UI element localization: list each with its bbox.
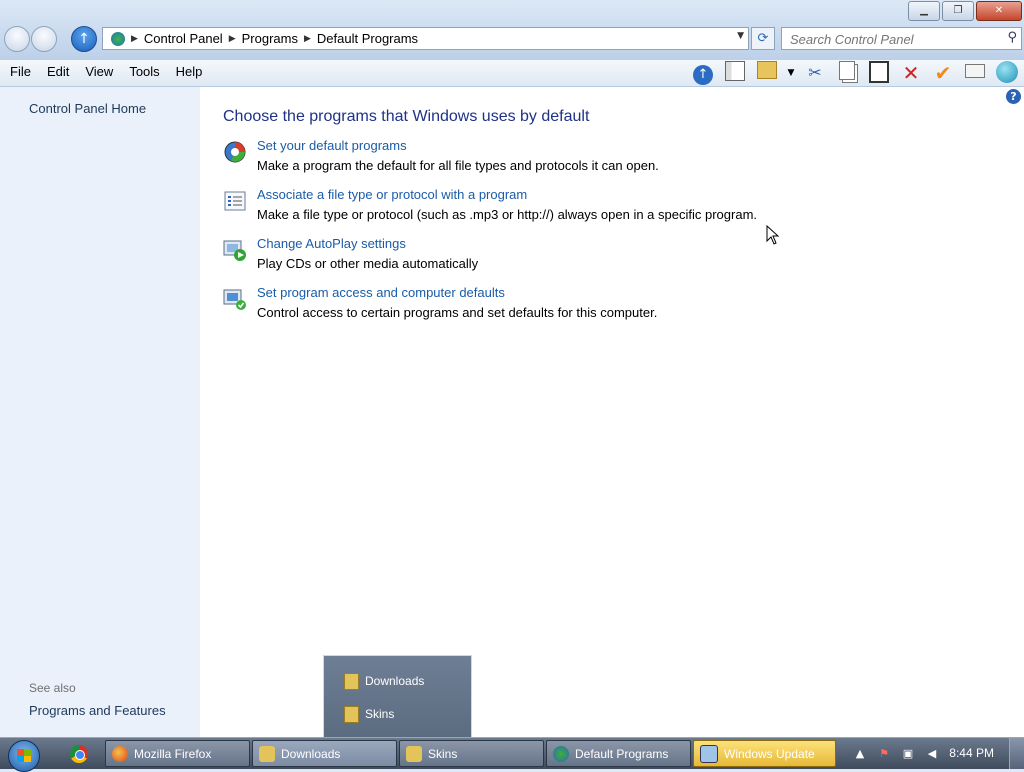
popup-item-skins[interactable]: Skins [344, 704, 394, 724]
pane-icon[interactable] [722, 61, 748, 85]
breadcrumb-arrow-icon[interactable]: ▶ [131, 33, 138, 44]
associate-file-type-link[interactable]: Associate a file type or protocol with a… [257, 187, 527, 202]
breadcrumb-programs[interactable]: Programs [242, 31, 298, 46]
firefox-icon [112, 745, 128, 762]
change-autoplay-link[interactable]: Change AutoPlay settings [257, 236, 406, 251]
forward-button[interactable] [31, 26, 57, 52]
close-button[interactable]: ✕ [976, 1, 1022, 21]
set-default-programs-link[interactable]: Set your default programs [257, 138, 407, 153]
folder-icon [259, 745, 275, 762]
folder-icon [406, 745, 422, 762]
programs-and-features-link[interactable]: Programs and Features [29, 703, 166, 718]
taskbar-label: Mozilla Firefox [134, 746, 212, 761]
explorer-window: ▁ ❐ ✕ ↑ ▶ Control Panel ▶ Programs ▶ Def… [0, 0, 1024, 737]
menu-view[interactable]: View [79, 64, 119, 79]
rename-icon[interactable] [962, 61, 988, 85]
task-item: Set your default programs Make a program… [223, 138, 1003, 187]
caption-buttons: ▁ ❐ ✕ [906, 1, 1022, 21]
system-tray: ▲ ⚑ ▣ ◀ [844, 738, 1024, 769]
task-item: Change AutoPlay settings Play CDs or oth… [223, 236, 1003, 285]
folder-icon [344, 705, 359, 723]
up-arrow-icon[interactable]: ↑ [690, 61, 716, 85]
search-icon[interactable]: ⚲ [1007, 30, 1017, 45]
menu-file[interactable]: File [4, 64, 37, 79]
breadcrumb-control-panel[interactable]: Control Panel [144, 31, 223, 46]
sidebar: Control Panel Home See also Programs and… [0, 87, 200, 737]
file-association-icon [223, 189, 247, 213]
menu-edit[interactable]: Edit [41, 64, 75, 79]
default-programs-icon [223, 140, 247, 164]
volume-icon[interactable]: ◀ [924, 746, 940, 762]
taskbar-skins[interactable]: Skins [399, 740, 544, 767]
windows-logo-icon [17, 756, 31, 762]
globe-icon[interactable] [994, 61, 1020, 85]
breadcrumb-default-programs[interactable]: Default Programs [317, 31, 418, 46]
control-panel-home-link[interactable]: Control Panel Home [29, 101, 146, 116]
popup-item-label: Skins [365, 707, 395, 721]
task-description: Make a file type or protocol (such as .m… [257, 207, 758, 222]
delete-icon[interactable]: ✕ [898, 61, 924, 85]
paste-icon[interactable] [866, 61, 892, 85]
popup-item-downloads[interactable]: Downloads [344, 671, 424, 691]
task-item: Set program access and computer defaults… [223, 285, 1003, 334]
taskbar-jump-popup: Downloads Skins [323, 655, 472, 739]
popup-item-label: Downloads [365, 674, 425, 688]
address-dropdown-icon[interactable]: ▼ [737, 31, 744, 41]
cut-icon[interactable]: ✂ [802, 61, 828, 85]
refresh-button[interactable]: ⟳ [751, 27, 775, 50]
toolbar: ↑ ▼ ✂ ✕ ✔ [684, 61, 1020, 85]
chrome-icon[interactable] [70, 745, 88, 763]
title-bar: ▁ ❐ ✕ ↑ ▶ Control Panel ▶ Programs ▶ Def… [0, 0, 1024, 60]
address-bar[interactable]: ▶ Control Panel ▶ Programs ▶ Default Pro… [102, 27, 749, 50]
search-input[interactable] [788, 30, 997, 48]
network-icon[interactable]: ▣ [900, 746, 916, 762]
taskbar-label: Default Programs [575, 746, 669, 761]
task-description: Control access to certain programs and s… [257, 305, 658, 320]
help-icon[interactable]: ? [1006, 89, 1021, 104]
copy-icon[interactable] [834, 61, 860, 85]
menu-bar: File Edit View Tools Help ↑ ▼ ✂ ✕ ✔ [0, 60, 1024, 87]
check-icon[interactable]: ✔ [930, 61, 956, 85]
taskbar-label: Skins [428, 746, 458, 761]
menu-help[interactable]: Help [170, 64, 209, 79]
dropdown-arrow-icon[interactable]: ▼ [786, 61, 796, 85]
taskbar-label: Downloads [281, 746, 341, 761]
autoplay-icon [223, 238, 247, 262]
start-button[interactable] [8, 740, 40, 772]
back-button[interactable] [4, 26, 30, 52]
show-desktop-button[interactable] [1009, 738, 1024, 769]
folder-icon [344, 672, 359, 690]
taskbar-default-programs[interactable]: Default Programs [546, 740, 691, 767]
up-button[interactable]: ↑ [71, 26, 97, 52]
mouse-cursor-icon [766, 224, 780, 248]
minimize-button[interactable]: ▁ [908, 1, 940, 21]
taskbar-windows-update[interactable]: Windows Update [693, 740, 836, 767]
search-box[interactable]: ⚲ [781, 27, 1022, 50]
task-description: Make a program the default for all file … [257, 158, 659, 173]
program-access-icon [223, 287, 247, 311]
taskbar-downloads[interactable]: Downloads [252, 740, 397, 767]
main-content: Choose the programs that Windows uses by… [223, 108, 1003, 334]
folder-check-icon[interactable] [754, 61, 780, 85]
breadcrumb: ▶ Control Panel ▶ Programs ▶ Default Pro… [111, 28, 424, 49]
task-description: Play CDs or other media automatically [257, 256, 479, 271]
restore-button[interactable]: ❐ [942, 1, 974, 21]
action-center-icon[interactable]: ⚑ [876, 746, 892, 762]
taskbar: Mozilla Firefox Downloads Skins Default … [0, 737, 1024, 772]
page-title: Choose the programs that Windows uses by… [223, 108, 590, 125]
control-panel-icon [111, 31, 125, 46]
menu-tools[interactable]: Tools [123, 64, 165, 79]
show-hidden-icons-icon[interactable]: ▲ [852, 746, 868, 762]
taskbar-firefox[interactable]: Mozilla Firefox [105, 740, 250, 767]
windows-update-icon [700, 744, 718, 763]
clock[interactable]: 8:44 PM [949, 746, 994, 760]
breadcrumb-arrow-icon[interactable]: ▶ [304, 33, 311, 44]
breadcrumb-arrow-icon[interactable]: ▶ [229, 33, 236, 44]
see-also-label: See also [29, 681, 76, 695]
task-item: Associate a file type or protocol with a… [223, 187, 1003, 236]
default-programs-icon [553, 745, 569, 762]
program-access-defaults-link[interactable]: Set program access and computer defaults [257, 285, 505, 300]
taskbar-label: Windows Update [724, 746, 815, 761]
